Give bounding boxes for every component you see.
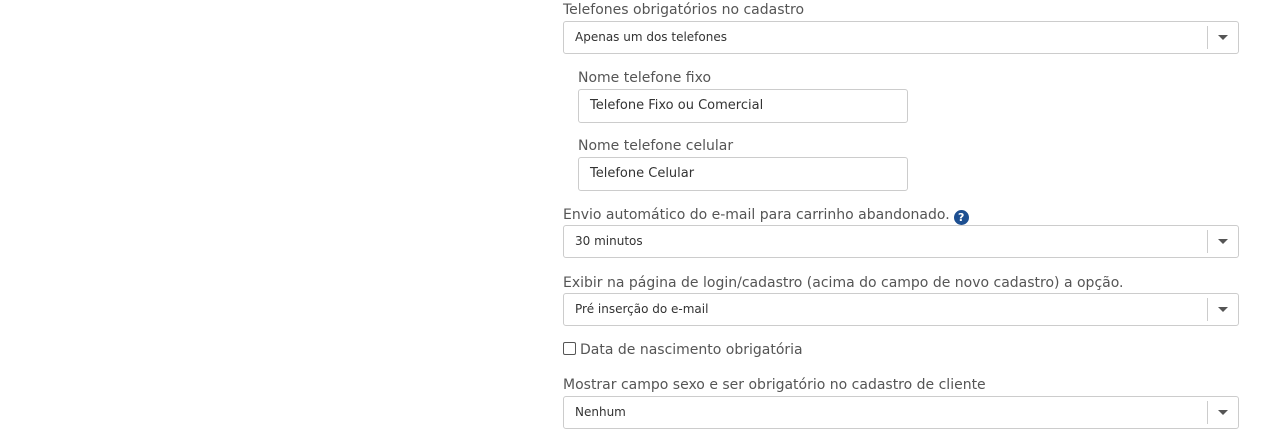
abandoned-cart-email-label: Envio automático do e-mail para carrinho… [563, 207, 950, 223]
chevron-down-icon [1218, 35, 1228, 40]
phones-required-select[interactable]: Apenas um dos telefones [563, 21, 1239, 54]
login-page-option-dropdown-toggle[interactable] [1207, 298, 1238, 321]
gender-field-select[interactable]: Nenhum [563, 396, 1239, 429]
abandoned-cart-email-dropdown-toggle[interactable] [1207, 230, 1238, 253]
gender-field-dropdown-toggle[interactable] [1207, 401, 1238, 424]
login-page-option-selected-value: Pré inserção do e-mail [575, 302, 709, 316]
login-page-option-label: Exibir na página de login/cadastro (acim… [563, 275, 1124, 291]
mobile-name-value: Telefone Celular [590, 166, 695, 181]
phones-required-selected-value: Apenas um dos telefones [575, 30, 727, 44]
abandoned-cart-email-selected-value: 30 minutos [575, 234, 643, 248]
landline-name-input[interactable]: Telefone Fixo ou Comercial [578, 89, 908, 123]
phones-required-dropdown-toggle[interactable] [1207, 26, 1238, 49]
chevron-down-icon [1218, 410, 1228, 415]
landline-name-value: Telefone Fixo ou Comercial [590, 98, 764, 113]
help-icon[interactable]: ? [953, 210, 969, 225]
login-page-option-select[interactable]: Pré inserção do e-mail [563, 293, 1239, 326]
birthdate-required-checkbox[interactable] [563, 342, 576, 355]
birthdate-required-label[interactable]: Data de nascimento obrigatória [580, 342, 803, 358]
mobile-name-input[interactable]: Telefone Celular [578, 157, 908, 191]
chevron-down-icon [1218, 239, 1228, 244]
mobile-name-label: Nome telefone celular [578, 138, 734, 154]
abandoned-cart-email-label-row: Envio automático do e-mail para carrinho… [563, 207, 969, 225]
gender-field-selected-value: Nenhum [575, 405, 626, 419]
chevron-down-icon [1218, 307, 1228, 312]
phones-required-label: Telefones obrigatórios no cadastro [563, 2, 805, 18]
abandoned-cart-email-select[interactable]: 30 minutos [563, 225, 1239, 258]
landline-name-label: Nome telefone fixo [578, 70, 712, 86]
gender-field-label: Mostrar campo sexo e ser obrigatório no … [563, 377, 986, 393]
birthdate-required-row[interactable]: Data de nascimento obrigatória [563, 342, 803, 358]
